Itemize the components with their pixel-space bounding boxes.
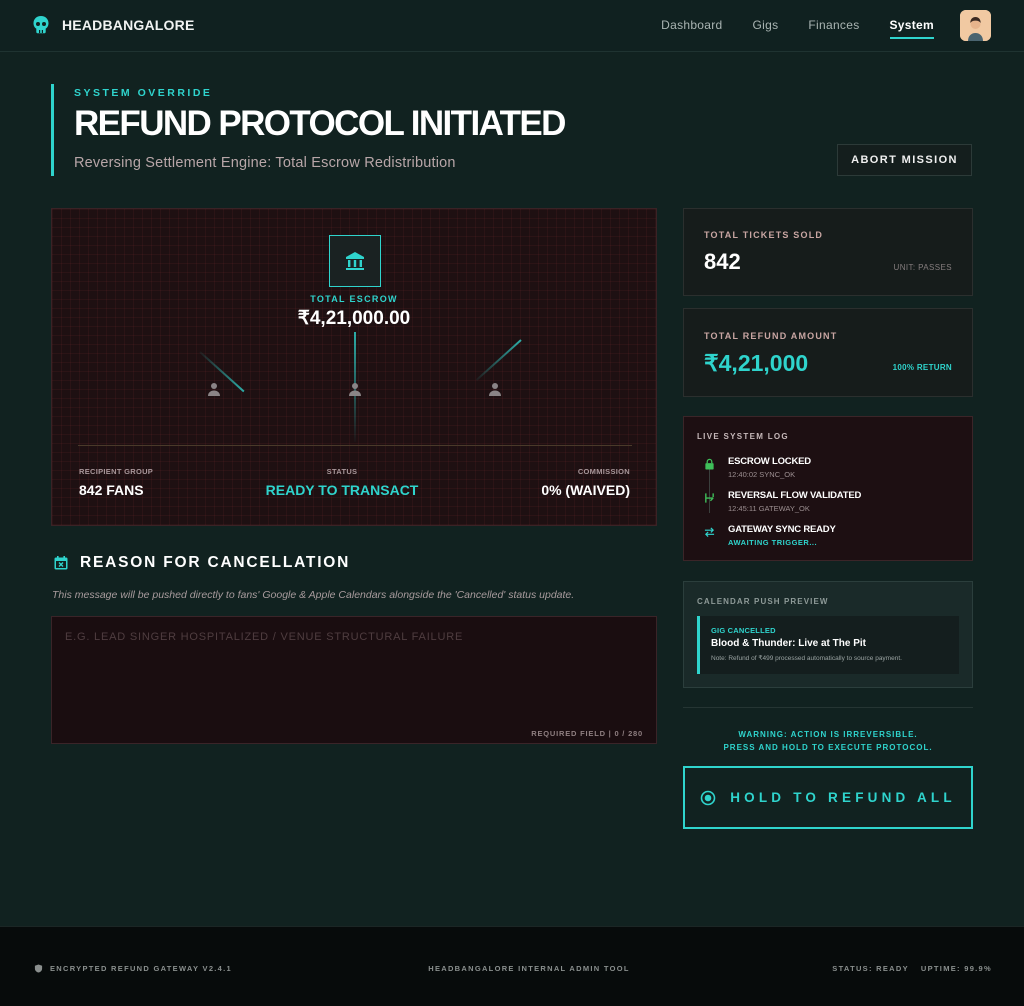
irreversible-warning: WARNING: ACTION IS IRREVERSIBLE. PRESS A…: [683, 728, 973, 754]
warning-divider: [683, 707, 973, 708]
record-icon: [700, 790, 716, 805]
live-system-log: LIVE SYSTEM LOG ESCROW LOCKED 12:40:02 S…: [683, 416, 973, 561]
commission-value: 0% (WAIVED): [541, 482, 630, 498]
warning-line-2: PRESS AND HOLD TO EXECUTE PROTOCOL.: [723, 743, 933, 752]
fan-person-icon: [349, 383, 361, 396]
page-subtitle: Reversing Settlement Engine: Total Escro…: [74, 155, 456, 171]
escrow-bank-tile: [329, 235, 381, 287]
bank-icon: [346, 252, 364, 270]
reason-header: REASON FOR CANCELLATION: [53, 554, 350, 572]
nav-system[interactable]: System: [889, 18, 934, 39]
abort-mission-button[interactable]: ABORT MISSION: [837, 144, 972, 176]
flow-beam-right: [475, 339, 522, 381]
hold-to-refund-button[interactable]: HOLD TO REFUND ALL: [683, 766, 973, 829]
nav-gigs[interactable]: Gigs: [753, 18, 779, 39]
main-nav: Dashboard Gigs Finances System: [661, 18, 934, 39]
cancellation-reason-input[interactable]: [52, 617, 656, 743]
calendar-event-note: Note: Refund of ₹499 processed automatic…: [711, 655, 902, 662]
tickets-sold-card: TOTAL TICKETS SOLD 842 UNIT: PASSES: [683, 208, 973, 296]
log-entry-status: AWAITING TRIGGER...: [728, 538, 818, 547]
footer: ENCRYPTED REFUND GATEWAY V2.4.1 HEADBANG…: [0, 926, 1024, 1006]
escrow-panel: TOTAL ESCROW ₹4,21,000.00 RECIPIENT GROU…: [51, 208, 657, 526]
escrow-amount: ₹4,21,000.00: [297, 308, 411, 329]
character-counter: REQUIRED FIELD | 0 / 280: [531, 729, 643, 738]
refund-note: 100% RETURN: [892, 363, 952, 372]
nav-finances[interactable]: Finances: [808, 18, 859, 39]
log-entry-time: 12:45:11 GATEWAY_OK: [728, 504, 810, 513]
log-entry-title: REVERSAL FLOW VALIDATED: [728, 490, 862, 501]
lock-icon: [705, 458, 714, 470]
log-entry: REVERSAL FLOW VALIDATED 12:45:11 GATEWAY…: [704, 490, 861, 513]
escrow-divider: [78, 445, 632, 446]
warning-line-1: WARNING: ACTION IS IRREVERSIBLE.: [738, 730, 918, 739]
skull-icon: [33, 16, 49, 34]
fan-person-icon: [489, 383, 501, 396]
top-navbar: HEADBANGALORE Dashboard Gigs Finances Sy…: [0, 0, 1024, 52]
footer-status: STATUS: READY UPTIME: 99.9%: [832, 964, 992, 973]
log-entry: GATEWAY SYNC READY AWAITING TRIGGER...: [704, 524, 836, 547]
commission-label: COMMISSION: [577, 467, 630, 476]
log-entry-title: ESCROW LOCKED: [728, 456, 811, 467]
log-entry: ESCROW LOCKED 12:40:02 SYNC_OK: [704, 456, 811, 479]
sync-icon: [704, 527, 715, 538]
footer-uptime: UPTIME: 99.9%: [920, 964, 992, 973]
nav-dashboard[interactable]: Dashboard: [661, 18, 722, 39]
tickets-unit: UNIT: PASSES: [893, 263, 952, 272]
calendar-event-title: Blood & Thunder: Live at The Pit: [711, 638, 866, 649]
refund-label: TOTAL REFUND AMOUNT: [704, 331, 838, 341]
calendar-push-preview: CALENDAR PUSH PREVIEW GIG CANCELLED Bloo…: [683, 581, 973, 688]
user-avatar[interactable]: [960, 10, 991, 41]
reason-field-wrapper: REQUIRED FIELD | 0 / 280: [51, 616, 657, 744]
footer-status-text: STATUS: READY: [832, 964, 909, 973]
flow-icon: [705, 493, 714, 503]
escrow-label: TOTAL ESCROW: [310, 294, 398, 304]
calendar-cancel-icon: [54, 556, 68, 570]
page-title: REFUND PROTOCOL INITIATED: [74, 104, 566, 143]
log-label: LIVE SYSTEM LOG: [697, 432, 789, 441]
refund-amount-card: TOTAL REFUND AMOUNT ₹4,21,000 100% RETUR…: [683, 308, 973, 397]
hold-to-refund-label: HOLD TO REFUND ALL: [730, 790, 956, 805]
reason-description: This message will be pushed directly to …: [52, 589, 575, 601]
brand-logo[interactable]: HEADBANGALORE: [32, 15, 195, 35]
calendar-event-preview: GIG CANCELLED Blood & Thunder: Live at T…: [697, 616, 959, 674]
tickets-label: TOTAL TICKETS SOLD: [704, 230, 824, 240]
page-header: SYSTEM OVERRIDE REFUND PROTOCOL INITIATE…: [51, 84, 651, 176]
reason-title: REASON FOR CANCELLATION: [80, 554, 351, 571]
user-avatar-icon: [960, 10, 991, 41]
log-entry-title: GATEWAY SYNC READY: [728, 524, 836, 535]
page-eyebrow: SYSTEM OVERRIDE: [74, 87, 213, 99]
log-entry-time: 12:40:02 SYNC_OK: [728, 470, 796, 479]
calendar-label: CALENDAR PUSH PREVIEW: [697, 597, 829, 606]
commission-stat: COMMISSION 0% (WAIVED): [541, 467, 630, 498]
refund-value: ₹4,21,000: [704, 350, 809, 376]
calendar-tag: GIG CANCELLED: [711, 626, 776, 635]
fan-person-icon: [208, 383, 220, 396]
brand-name: HEADBANGALORE: [62, 17, 195, 33]
tickets-value: 842: [704, 249, 741, 274]
